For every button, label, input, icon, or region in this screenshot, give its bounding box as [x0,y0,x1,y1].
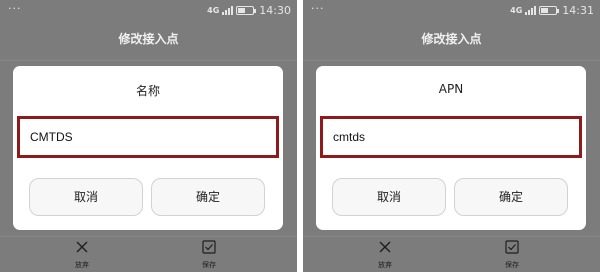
phone-screen-apn: ··· 4G 14:31 修改接入点 APN cmtds 取消 确定 放弃 保存 [303,0,600,272]
status-bar: ··· 4G 14:31 [303,0,600,20]
list-divider [0,60,297,61]
phone-screen-name: ··· 4G 14:30 修改接入点 名称 CMTDS 取消 确定 放弃 保存 [0,0,297,272]
status-time: 14:30 [259,4,291,17]
status-dots: ··· [311,2,325,15]
apn-input[interactable]: cmtds [320,116,582,158]
status-time: 14:31 [562,4,594,17]
network-type: 4G [510,6,523,15]
save-button[interactable]: 保存 [189,236,229,270]
save-label: 保存 [505,261,519,269]
cancel-button[interactable]: 取消 [29,178,143,216]
signal-icon [525,6,537,15]
battery-icon [236,6,257,15]
status-bar: ··· 4G 14:30 [0,0,297,20]
bottom-action-bar: 放弃 保存 [0,234,297,272]
confirm-button[interactable]: 确定 [151,178,265,216]
network-type: 4G [207,6,220,15]
save-button[interactable]: 保存 [492,236,532,270]
check-icon [189,236,229,258]
close-icon [365,236,405,258]
dialog-title: APN [438,82,464,96]
dialog-title: 名称 [135,84,160,98]
save-label: 保存 [202,261,216,269]
name-input[interactable]: CMTDS [17,116,279,158]
discard-button[interactable]: 放弃 [365,236,405,270]
list-divider [303,60,600,61]
status-dots: ··· [8,2,22,15]
confirm-button[interactable]: 确定 [454,178,568,216]
signal-icon [222,6,234,15]
page-title: 修改接入点 [118,32,179,46]
status-indicators: 4G 14:31 [510,4,594,17]
edit-dialog: 名称 CMTDS 取消 确定 [13,66,283,230]
close-icon [62,236,102,258]
discard-button[interactable]: 放弃 [62,236,102,270]
battery-icon [539,6,560,15]
discard-label: 放弃 [75,261,89,269]
edit-dialog: APN cmtds 取消 确定 [316,66,586,230]
check-icon [492,236,532,258]
cancel-button[interactable]: 取消 [332,178,446,216]
page-title: 修改接入点 [421,32,482,46]
status-indicators: 4G 14:30 [207,4,291,17]
discard-label: 放弃 [378,261,392,269]
bottom-action-bar: 放弃 保存 [303,234,600,272]
screenshot-pair: ··· 4G 14:30 修改接入点 名称 CMTDS 取消 确定 放弃 保存 … [0,0,600,272]
